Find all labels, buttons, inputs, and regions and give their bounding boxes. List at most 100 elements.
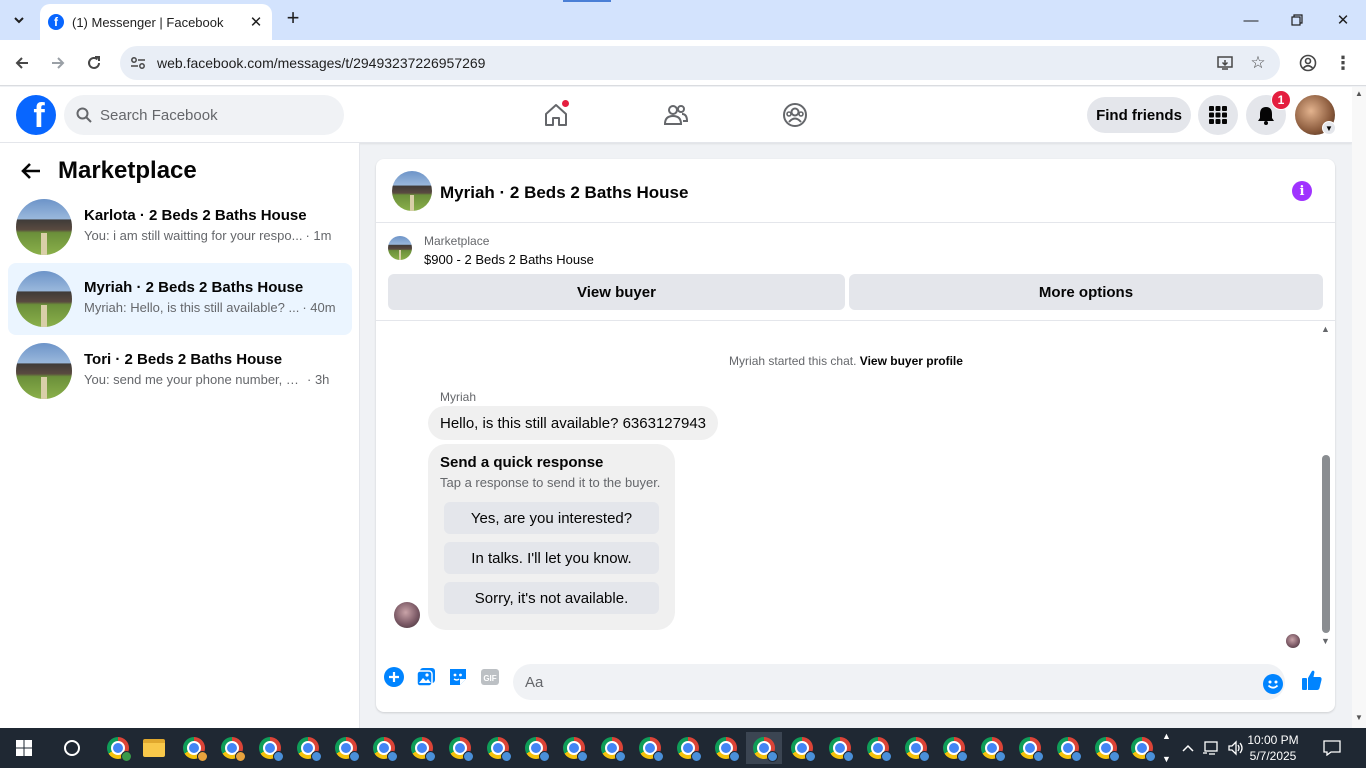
sender-avatar[interactable]: [394, 602, 420, 628]
taskbar-chrome-app[interactable]: [1014, 732, 1046, 764]
like-button[interactable]: [1301, 669, 1323, 691]
taskbar-chrome-app[interactable]: [482, 732, 514, 764]
conversation-name: Tori · 2 Beds 2 Baths House: [84, 351, 283, 368]
network-icon[interactable]: [1202, 738, 1222, 758]
address-bar[interactable]: web.facebook.com/messages/t/294932372269…: [120, 46, 1280, 80]
quick-reply-not-available-button[interactable]: Sorry, it's not available.: [444, 582, 659, 614]
chat-title[interactable]: Myriah · 2 Beds 2 Baths House: [440, 183, 688, 203]
taskbar-chrome-app[interactable]: [178, 732, 210, 764]
listing-title[interactable]: $900 - 2 Beds 2 Baths House: [424, 252, 594, 267]
quick-reply-yes-button[interactable]: Yes, are you interested?: [444, 502, 659, 534]
back-button[interactable]: [9, 50, 35, 76]
taskbar-chrome-app[interactable]: [1126, 732, 1158, 764]
close-window-button[interactable]: ✕: [1330, 8, 1356, 32]
taskbar-chrome-app[interactable]: [520, 732, 552, 764]
scroll-down-arrow-icon[interactable]: ▼: [1355, 713, 1363, 722]
close-tab-icon[interactable]: ✕: [248, 13, 264, 31]
chevron-up-icon[interactable]: ▲: [1162, 731, 1171, 741]
conversation-item-myriah[interactable]: Myriah · 2 Beds 2 Baths House Myriah: He…: [8, 263, 352, 335]
start-button[interactable]: [0, 728, 48, 768]
chat-listing-thumbnail[interactable]: [392, 171, 432, 211]
message-input[interactable]: [513, 664, 1285, 700]
home-nav-button[interactable]: [536, 97, 576, 133]
conversation-info-icon[interactable]: i: [1292, 181, 1312, 201]
chevron-down-icon[interactable]: ▼: [1162, 754, 1171, 764]
windows-logo-icon: [16, 740, 32, 756]
taskbar-chrome-app[interactable]: [786, 732, 818, 764]
taskbar-chrome-app[interactable]: [672, 732, 704, 764]
minimize-button[interactable]: —: [1238, 8, 1264, 32]
taskbar-chrome-app[interactable]: [634, 732, 666, 764]
taskbar-chrome-app[interactable]: [330, 732, 362, 764]
restore-button[interactable]: [1284, 8, 1310, 32]
back-arrow-icon[interactable]: [20, 160, 42, 182]
sticker-button[interactable]: [447, 666, 469, 688]
scroll-down-arrow-icon[interactable]: ▼: [1321, 636, 1330, 646]
taskbar-chrome-app[interactable]: [1090, 732, 1122, 764]
profile-button[interactable]: [1295, 50, 1321, 76]
conversation-item-tori[interactable]: Tori · 2 Beds 2 Baths House You: send me…: [8, 335, 352, 407]
conversation-time: · 3h: [307, 372, 330, 387]
taskbar-chrome-app[interactable]: [444, 732, 476, 764]
svg-text:GIF: GIF: [483, 674, 496, 683]
facebook-logo-icon[interactable]: f: [16, 95, 56, 135]
taskbar-chrome-app[interactable]: [368, 732, 400, 764]
quick-reply-in-talks-button[interactable]: In talks. I'll let you know.: [444, 542, 659, 574]
forward-button[interactable]: [45, 50, 71, 76]
taskbar-chrome-app[interactable]: [1052, 732, 1084, 764]
taskbar-chrome-app[interactable]: [938, 732, 970, 764]
site-settings-icon[interactable]: [130, 55, 146, 71]
taskbar-chrome-app[interactable]: [406, 732, 438, 764]
new-tab-button[interactable]: +: [282, 7, 304, 30]
more-options-button[interactable]: More options: [849, 274, 1323, 310]
taskbar-chrome-app[interactable]: [862, 732, 894, 764]
page-scrollbar[interactable]: ▲ ▼: [1352, 87, 1366, 728]
account-chevron-down-icon[interactable]: ▼: [1322, 121, 1336, 135]
notification-count-badge: 1: [1271, 90, 1291, 110]
tab-search-button[interactable]: [6, 7, 32, 33]
taskbar-chrome-app[interactable]: [216, 732, 248, 764]
view-buyer-profile-link[interactable]: View buyer profile: [860, 354, 963, 368]
taskbar-overflow-scroller[interactable]: ▲ ▼: [1160, 728, 1174, 768]
system-clock[interactable]: 10:00 PM 5/7/2025: [1240, 732, 1306, 764]
menu-button[interactable]: [1198, 95, 1238, 135]
bookmark-star-icon[interactable]: ☆: [1249, 53, 1267, 72]
show-hidden-icons-button[interactable]: [1178, 738, 1198, 758]
view-buyer-button[interactable]: View buyer: [388, 274, 845, 310]
find-friends-button[interactable]: Find friends: [1087, 97, 1191, 133]
taskbar-chrome-app[interactable]: [558, 732, 590, 764]
gif-button[interactable]: GIF: [479, 666, 501, 688]
browser-menu-button[interactable]: ⋮: [1330, 50, 1356, 76]
reload-button[interactable]: [81, 50, 107, 76]
taskbar-chrome-app[interactable]: [102, 732, 134, 764]
message-list: Myriah started this chat. View buyer pro…: [376, 322, 1335, 652]
chrome-icon: [601, 737, 626, 762]
taskbar-chrome-app[interactable]: [824, 732, 856, 764]
taskbar-chrome-app[interactable]: [976, 732, 1008, 764]
groups-nav-button[interactable]: [775, 97, 815, 133]
taskbar-chrome-app[interactable]: [292, 732, 324, 764]
taskbar-chrome-app[interactable]: [596, 732, 628, 764]
scroll-up-arrow-icon[interactable]: ▲: [1355, 89, 1363, 98]
browser-tab[interactable]: f (1) Messenger | Facebook ✕: [40, 4, 272, 40]
taskbar-search-button[interactable]: [52, 728, 92, 768]
facebook-search-input[interactable]: Search Facebook: [64, 95, 344, 135]
taskbar-chrome-app[interactable]: [254, 732, 286, 764]
taskbar-chrome-app[interactable]: [900, 732, 932, 764]
attach-photo-button[interactable]: [415, 666, 437, 688]
taskbar-chrome-app-active[interactable]: [746, 732, 782, 764]
sidebar-title: Marketplace: [58, 157, 197, 184]
message-scrollbar-thumb[interactable]: [1322, 455, 1330, 633]
scroll-up-arrow-icon[interactable]: ▲: [1321, 324, 1330, 334]
url-text: web.facebook.com/messages/t/294932372269…: [157, 55, 486, 71]
taskbar-file-explorer[interactable]: [138, 732, 170, 764]
listing-small-thumbnail[interactable]: [388, 236, 412, 260]
message-bubble[interactable]: Hello, is this still available? 63631279…: [428, 406, 719, 440]
action-center-button[interactable]: [1322, 738, 1342, 758]
conversation-item-karlota[interactable]: Karlota · 2 Beds 2 Baths House You: i am…: [8, 191, 352, 263]
install-app-icon[interactable]: [1216, 54, 1234, 72]
taskbar-chrome-app[interactable]: [710, 732, 742, 764]
more-actions-button[interactable]: [383, 666, 405, 688]
friends-nav-button[interactable]: [656, 97, 696, 133]
emoji-button[interactable]: [1262, 673, 1284, 695]
